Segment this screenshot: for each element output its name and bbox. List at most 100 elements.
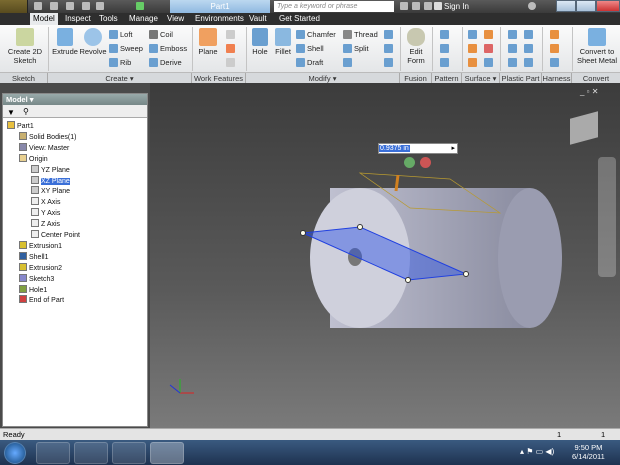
split-button[interactable]: Split [343, 44, 369, 53]
sign-in-button[interactable]: Sign In [444, 0, 469, 13]
rule-fillet-button[interactable] [524, 44, 535, 53]
ucs-button[interactable] [226, 58, 237, 67]
handle[interactable] [405, 277, 411, 283]
rest-button[interactable] [508, 58, 519, 67]
harness-button-2[interactable] [550, 44, 561, 53]
tab-get-started[interactable]: Get Started [276, 13, 323, 25]
open-icon[interactable] [50, 2, 58, 10]
help-icon[interactable] [528, 2, 536, 10]
trim-button[interactable] [484, 44, 495, 53]
hole-button[interactable]: Hole [249, 28, 271, 56]
shell-button[interactable]: Shell [296, 44, 324, 53]
maximize-button[interactable] [576, 0, 596, 12]
patch-button[interactable] [484, 30, 495, 39]
navigation-bar[interactable] [598, 157, 616, 277]
3d-viewport[interactable]: 0.9375 in ▸ _ ▫ ✕ [150, 83, 620, 428]
tree-item[interactable]: Z Axis [31, 219, 60, 230]
tree-item[interactable]: Origin [19, 153, 48, 165]
update-icon[interactable] [136, 2, 144, 10]
sculpt-button[interactable] [468, 58, 479, 67]
move-face-button[interactable] [384, 30, 395, 39]
find-icon[interactable]: ⚲ [23, 107, 29, 116]
window-controls[interactable]: _ ▫ ✕ [580, 87, 598, 96]
start-button[interactable] [4, 442, 26, 464]
cancel-button[interactable] [420, 157, 431, 168]
rib-button[interactable]: Rib [109, 58, 131, 67]
edit-form-button[interactable]: Edit Form [402, 28, 430, 65]
harness-button-3[interactable] [550, 58, 561, 67]
combine-button[interactable] [343, 58, 354, 67]
revolve-button[interactable]: Revolve [79, 28, 107, 56]
tab-view[interactable]: View [164, 13, 187, 25]
boss-button[interactable] [508, 44, 519, 53]
tab-vault[interactable]: Vault [246, 13, 270, 25]
tab-inspect[interactable]: Inspect [62, 13, 94, 25]
snap-fit-button[interactable] [524, 30, 535, 39]
binoculars-icon[interactable] [400, 2, 408, 10]
filter-icon[interactable]: ▼ [7, 108, 15, 117]
tree-item[interactable]: Y Axis [31, 208, 60, 219]
tree-item[interactable]: XY Plane [31, 186, 70, 197]
sweep-button[interactable]: Sweep [109, 44, 143, 53]
wrench-icon[interactable] [412, 2, 420, 10]
handle[interactable] [300, 230, 306, 236]
help-search-input[interactable]: Type a keyword or phrase [274, 1, 394, 12]
tree-item[interactable]: View: Master [19, 142, 69, 154]
extrude-button[interactable]: Extrude [52, 28, 78, 56]
tab-model[interactable]: Model [30, 13, 58, 25]
tree-item[interactable]: End of Part [19, 295, 64, 306]
convert-to-sheet-metal-button[interactable]: Convert to Sheet Metal [574, 28, 620, 65]
fillet-button[interactable]: Fillet [272, 28, 294, 56]
copy-object-button[interactable] [384, 44, 395, 53]
dimension-input[interactable]: 0.9375 in ▸ [378, 143, 458, 154]
chamfer-button[interactable]: Chamfer [296, 30, 336, 39]
undo-icon[interactable] [82, 2, 90, 10]
tree-item[interactable]: Sketch3 [19, 273, 54, 285]
stitch-button[interactable] [468, 44, 479, 53]
tray-icons[interactable]: ▴ ⚑ ▭ ◀) [520, 447, 554, 456]
tree-item[interactable]: Part1 [7, 121, 34, 132]
create-2d-sketch-button[interactable]: Create 2D Sketch [6, 28, 44, 65]
mirror-button[interactable] [440, 58, 451, 67]
handle[interactable] [463, 271, 469, 277]
coil-button[interactable]: Coil [149, 30, 173, 39]
tree-item[interactable]: Center Point [31, 230, 80, 241]
explorer-icon[interactable] [74, 442, 108, 464]
satellite-icon[interactable] [424, 2, 432, 10]
tree-item[interactable]: XZ Plane [31, 175, 70, 187]
browser-title[interactable]: Model ▾ [3, 94, 147, 105]
derive-button[interactable]: Derive [149, 58, 182, 67]
internet-explorer-icon[interactable] [112, 442, 146, 464]
tree-item[interactable]: Solid Bodies(1) [19, 131, 76, 143]
harness-button-1[interactable] [550, 30, 561, 39]
tab-tools[interactable]: Tools [96, 13, 121, 25]
lip-button[interactable] [524, 58, 535, 67]
loft-button[interactable]: Loft [109, 30, 133, 39]
star-icon[interactable] [434, 2, 442, 10]
rectangular-pattern-button[interactable] [440, 30, 451, 39]
handle[interactable] [357, 224, 363, 230]
tree-item[interactable]: Shell1 [19, 251, 48, 263]
emboss-button[interactable]: Emboss [149, 44, 187, 53]
work-axis-button[interactable] [226, 30, 237, 39]
apply-button[interactable] [404, 157, 415, 168]
tree-item[interactable]: X Axis [31, 197, 60, 208]
clock[interactable]: 9:50 PM 6/14/2011 [572, 443, 605, 461]
circular-pattern-button[interactable] [440, 44, 451, 53]
thicken-button[interactable] [468, 30, 479, 39]
close-button[interactable] [596, 0, 620, 12]
taskbar-app-icon[interactable] [36, 442, 70, 464]
save-icon[interactable] [66, 2, 74, 10]
tree-item[interactable]: Extrusion2 [19, 262, 62, 274]
tab-manage[interactable]: Manage [126, 13, 161, 25]
tab-environments[interactable]: Environments [192, 13, 247, 25]
draft-button[interactable]: Draft [296, 58, 323, 67]
tree-item[interactable]: YZ Plane [31, 164, 70, 176]
inventor-taskbar-button[interactable] [150, 442, 184, 464]
redo-icon[interactable] [96, 2, 104, 10]
tree-item[interactable]: Extrusion1 [19, 240, 62, 252]
tree-item[interactable]: Hole1 [19, 284, 47, 296]
plane-button[interactable]: Plane [196, 28, 220, 56]
drag-arrow[interactable] [394, 174, 400, 192]
grill-button[interactable] [508, 30, 519, 39]
